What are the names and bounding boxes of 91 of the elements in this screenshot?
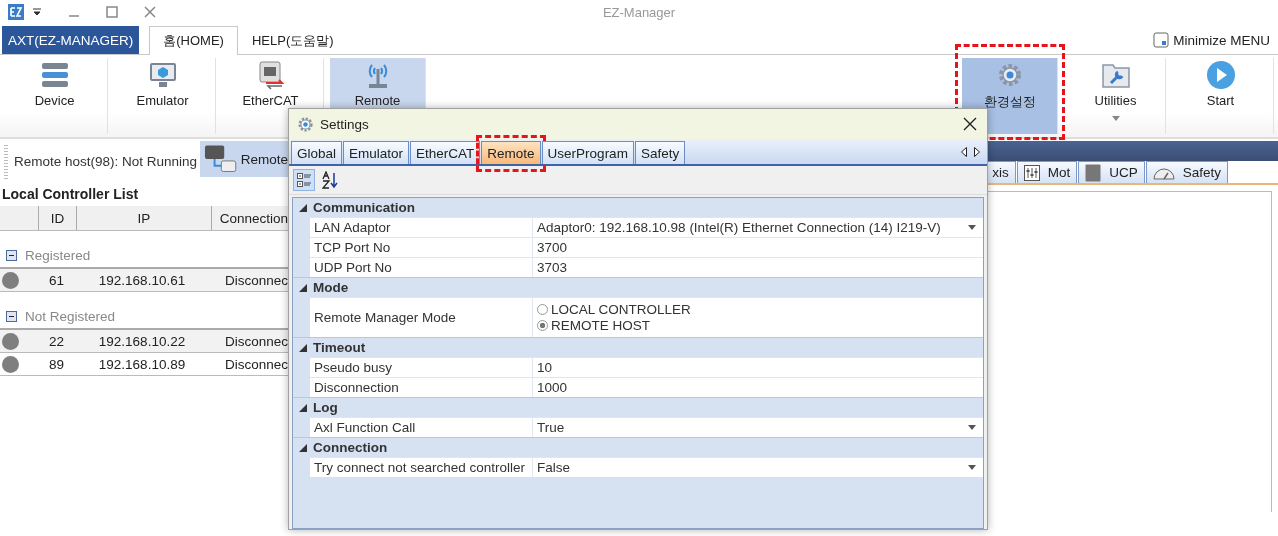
settings-tab[interactable]: UserProgram [541, 141, 634, 164]
settings-tab[interactable]: Emulator [343, 141, 410, 164]
status-text: Remote host(98): Not Running [14, 153, 199, 169]
maximize-icon[interactable] [106, 6, 118, 18]
table-cell-text: 192.168.10.61 [97, 272, 187, 288]
quick-access-dropdown-icon[interactable] [32, 8, 42, 16]
status-dot-icon [2, 332, 19, 350]
dropdown-field[interactable]: False [533, 457, 983, 477]
expander-icon[interactable] [299, 343, 307, 352]
gauge-icon [1152, 165, 1175, 180]
table-cell-text: 61 [48, 272, 65, 288]
panel-icon [1085, 163, 1102, 182]
collapse-icon[interactable] [6, 310, 17, 322]
expander-icon[interactable] [299, 403, 307, 412]
property-name: Try connect not searched controller [310, 457, 533, 477]
radio-option[interactable]: LOCAL CONTROLLER [537, 302, 691, 317]
expander-icon[interactable] [299, 203, 307, 212]
play-icon [1205, 60, 1236, 90]
categorized-view-button[interactable] [293, 169, 315, 191]
column-header: Connection [218, 209, 288, 228]
monitor-cube-icon [147, 60, 178, 90]
server-icon [39, 60, 70, 90]
panel-tab[interactable]: UCP [1078, 161, 1145, 183]
table-cell-text: 192.168.10.89 [97, 356, 187, 372]
category-label: Log [313, 400, 338, 415]
panel-tab[interactable]: Mot [1016, 161, 1078, 183]
dropdown-arrow-icon [968, 425, 976, 430]
status-dot-icon [2, 355, 19, 373]
table-cell-text: 192.168.10.22 [97, 333, 187, 349]
sort-alphabetical-button[interactable] [319, 169, 341, 191]
ribbon-tab[interactable]: 홈(HOME) [149, 26, 238, 55]
group-label: Not Registered [25, 308, 116, 324]
table-cell-text: 89 [48, 356, 65, 372]
category-label: Communication [313, 200, 415, 215]
minimize-menu-label[interactable]: Minimize MENU [1173, 32, 1270, 48]
remote-button[interactable]: Remote [200, 141, 288, 177]
table-cell-text: Disconnec [224, 333, 288, 349]
value-field[interactable]: 3700 [533, 237, 983, 257]
dropdown-field[interactable]: True [533, 417, 983, 437]
table-cell-text: Disconnec [224, 356, 288, 372]
categorized-list-icon [296, 172, 312, 188]
property-name: UDP Port No [310, 257, 533, 277]
settings-tab[interactable]: Global [291, 141, 343, 164]
property-name: Remote Manager Mode [310, 297, 533, 337]
panel-tab[interactable]: Safety [1145, 161, 1228, 183]
category-label: Connection [313, 440, 388, 455]
ribbon-button[interactable]: Emulator [110, 58, 216, 134]
dropdown-arrow-icon [968, 225, 976, 230]
property-name: Axl Function Call [310, 417, 533, 437]
value-field[interactable]: 1000 [533, 377, 983, 397]
list-title: Local Controller List [1, 185, 140, 204]
window-title: EZ-Manager [602, 4, 676, 20]
settings-tab[interactable]: EtherCAT [410, 141, 481, 164]
ribbon-button[interactable]: 환경설정 [962, 58, 1058, 134]
property-name: Disconnection [310, 377, 533, 397]
column-header: ID [38, 206, 77, 230]
sliders-icon [1023, 164, 1040, 181]
ribbon-button[interactable]: Utilities [1066, 58, 1166, 134]
close-icon [963, 117, 977, 131]
dropdown-field[interactable]: Adaptor0: 192.168.10.98 (Intel(R) Ethernet Connection (14) I219-V) [533, 217, 983, 237]
expander-icon[interactable] [299, 443, 307, 452]
collapse-icon[interactable] [6, 249, 17, 261]
value-field[interactable]: 10 [533, 357, 983, 377]
radio-option[interactable]: REMOTE HOST [537, 318, 650, 333]
ribbon-tab[interactable]: HELP(도움말) [237, 26, 348, 55]
app-menu-button[interactable]: AXT(EZ-MANAGER) [2, 26, 140, 54]
ribbon-button[interactable]: Start [1168, 58, 1274, 134]
ribbon-button[interactable]: Device [2, 58, 108, 134]
expander-icon[interactable] [299, 283, 307, 292]
gear-icon [297, 115, 314, 133]
category-label: Mode [313, 280, 349, 295]
settings-tab[interactable]: Remote [481, 141, 541, 164]
network-computers-icon [204, 144, 237, 174]
dropdown-arrow-icon [968, 465, 976, 470]
status-dot-icon [2, 271, 19, 289]
group-label: Registered [25, 247, 91, 263]
value-field[interactable]: 3703 [533, 257, 983, 277]
property-name: TCP Port No [310, 237, 533, 257]
minimize-menu-icon[interactable] [1153, 32, 1170, 48]
scroll-right-icon[interactable] [974, 146, 980, 157]
category-label: Timeout [313, 340, 366, 355]
settings-tab[interactable]: Safety [634, 141, 686, 164]
column-header: IP [76, 206, 212, 230]
app-logo-icon [8, 4, 24, 20]
table-cell-text: Disconnec [224, 272, 288, 288]
table-cell-text: 22 [48, 333, 65, 349]
property-name: LAN Adaptor [310, 217, 533, 237]
sort-az-icon [322, 171, 338, 189]
scroll-left-icon[interactable] [961, 146, 967, 157]
close-icon[interactable] [144, 6, 156, 18]
property-name: Pseudo busy [310, 357, 533, 377]
